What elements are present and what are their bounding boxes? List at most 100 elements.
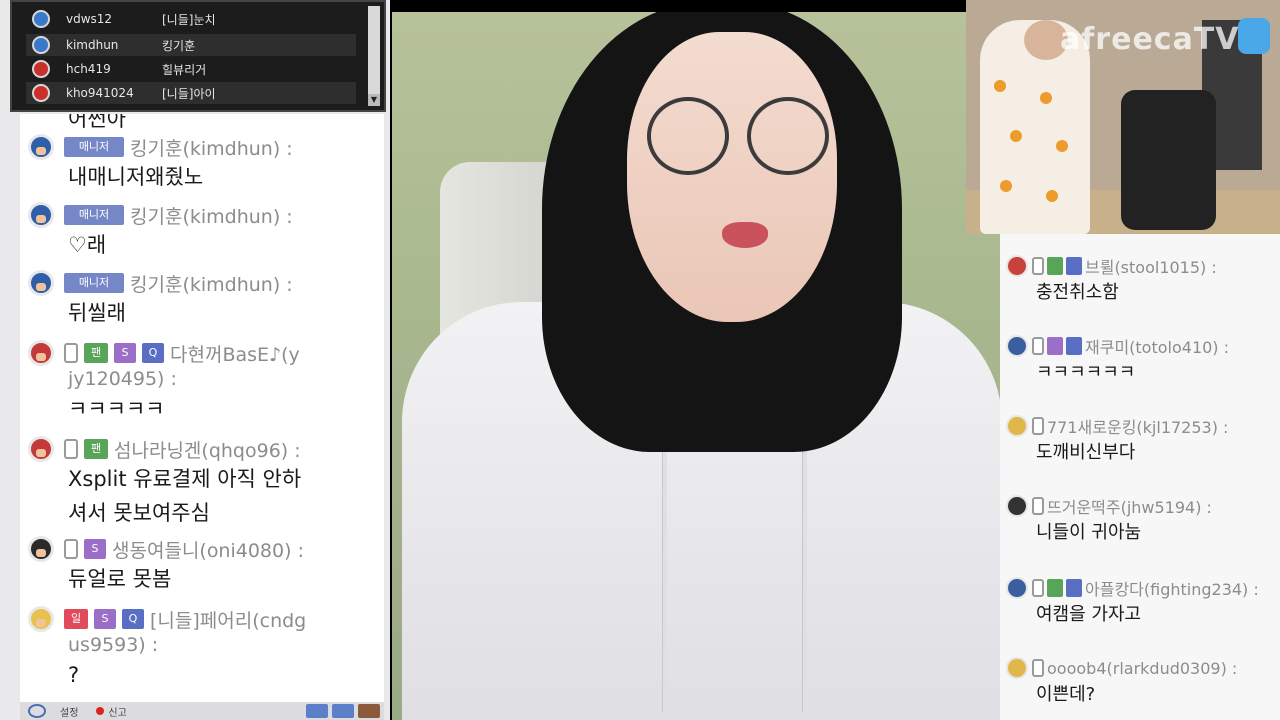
chat-nick[interactable]: 섬나라닝겐(qhqo96) : [114, 436, 301, 463]
user-avatar[interactable] [28, 606, 54, 632]
chat-nick[interactable]: 킹기훈(kimdhun) : [130, 202, 293, 229]
viewer-id: hch419 [66, 62, 111, 76]
scroll-down-icon[interactable]: ▼ [368, 94, 380, 106]
chat-text: ㅋㅋㅋㅋㅋㅋ [1036, 362, 1136, 383]
chat-message: 771새로운킹(kjl17253) : 도깨비신부다 [1000, 414, 1280, 468]
report-button[interactable]: 신고 [108, 704, 126, 719]
mouth [722, 222, 768, 248]
tool-button[interactable] [332, 704, 354, 718]
subscriber-badge-icon [1047, 337, 1063, 355]
user-avatar[interactable] [1006, 255, 1028, 277]
user-avatar[interactable] [28, 340, 54, 366]
viewer-nick: 킹기훈 [162, 38, 196, 53]
top-bar [392, 0, 966, 12]
subscriber-badge: S [94, 609, 116, 629]
viewer-row[interactable]: vdws12 [니들]눈치 [26, 8, 356, 30]
tool-button[interactable] [306, 704, 328, 718]
chat-text: 여캠을 가자고 [1036, 604, 1142, 625]
pattern-dot [1056, 140, 1068, 152]
viewer-avatar [32, 36, 50, 54]
subscriber-badge: S [114, 343, 136, 363]
chat-messages: 어쩐아 매니저 킹기훈(kimdhun) : 내매니저왜줬노 매니저 킹기훈(k… [20, 114, 384, 702]
main-video[interactable] [392, 12, 1000, 720]
fan-badge-icon [1047, 579, 1063, 597]
user-avatar[interactable] [28, 536, 54, 562]
quick-badge-icon [1066, 579, 1082, 597]
viewer-nick: [니들]아이 [162, 86, 216, 101]
user-avatar[interactable] [1006, 415, 1028, 437]
quick-badge-icon [1066, 337, 1082, 355]
mobile-badge-icon [1032, 337, 1044, 355]
mobile-badge-icon [1032, 257, 1044, 275]
emoticon-icon[interactable] [28, 704, 46, 718]
office-chair [1121, 90, 1216, 230]
mobile-badge-icon [1032, 579, 1044, 597]
user-avatar[interactable] [28, 270, 54, 296]
viewer-row[interactable]: hch419 힐뷰리거 [26, 58, 356, 80]
glasses-lens [747, 97, 829, 175]
glasses-lens [647, 97, 729, 175]
chat-nick[interactable]: 생동여들니(oni4080) : [112, 536, 304, 563]
pattern-dot [1010, 130, 1022, 142]
chat-nick[interactable]: 뜨거운떡주(jhw5194) : [1047, 494, 1212, 518]
manager-badge: 매니저 [64, 205, 124, 225]
viewer-row[interactable]: kho941024 [니들]아이 [26, 82, 356, 104]
user-avatar[interactable] [28, 134, 54, 160]
mobile-badge-icon [64, 343, 78, 363]
chat-nick[interactable]: 771새로운킹(kjl17253) : [1047, 414, 1228, 438]
chat-message: 아플캉다(fighting234) : 여캠을 가자고 [1000, 576, 1280, 630]
viewer-avatar [32, 10, 50, 28]
chat-message: S 생동여들니(oni4080) : 듀얼로 못봄 [20, 536, 380, 596]
viewer-id: kho941024 [66, 86, 134, 100]
quick-badge: Q [142, 343, 164, 363]
right-chat-panel: 브륄(stool1015) : 충전취소함 재쿠미(totolo410) : ㅋ… [1000, 234, 1280, 720]
viewer-scrollbar[interactable]: ▼ [368, 6, 380, 106]
mobile-badge-icon [1032, 417, 1044, 435]
mobile-badge-icon [64, 439, 78, 459]
chat-nick[interactable]: 킹기훈(kimdhun) : [130, 270, 293, 297]
chat-text: 니들이 귀아눔 [1036, 522, 1142, 543]
chat-text: 이쁜데? [1036, 684, 1096, 705]
tool-button[interactable] [358, 704, 380, 718]
fan-badge: 팬 [84, 343, 108, 363]
chat-nick[interactable]: 다현꺼BasE♪(y [170, 340, 300, 367]
settings-button[interactable]: 설정 [60, 704, 78, 719]
chat-message: oooob4(rlarkdud0309) : 이쁜데? [1000, 656, 1280, 710]
quick-badge: Q [122, 609, 144, 629]
viewer-list: vdws12 [니들]눈치 kimdhun 킹기훈 hch419 힐뷰리거 kh… [10, 0, 386, 112]
manager-badge: 매니저 [64, 273, 124, 293]
chat-nick[interactable]: 브륄(stool1015) : [1085, 254, 1217, 278]
chat-text: 도깨비신부다 [1036, 442, 1136, 463]
chat-nick[interactable]: [니들]페어리(cndg [150, 606, 306, 633]
chat-text: 셔서 못보여주심 [68, 501, 210, 525]
report-icon [96, 707, 105, 715]
chat-message: 뜨거운떡주(jhw5194) : 니들이 귀아눔 [1000, 494, 1280, 548]
chat-nick[interactable]: 킹기훈(kimdhun) : [130, 134, 293, 161]
chat-nick[interactable]: 아플캉다(fighting234) : [1085, 576, 1259, 600]
pattern-dot [1046, 190, 1058, 202]
mobile-badge-icon [1032, 659, 1044, 677]
user-avatar[interactable] [28, 202, 54, 228]
user-avatar[interactable] [28, 436, 54, 462]
chat-text: ♡래 [68, 233, 107, 257]
chat-text: ㅋㅋㅋㅋㅋ [68, 397, 165, 421]
left-chat-panel: vdws12 [니들]눈치 kimdhun 킹기훈 hch419 힐뷰리거 kh… [0, 0, 390, 720]
chat-text: 뒤씰래 [68, 301, 126, 325]
fan-badge-icon [1047, 257, 1063, 275]
chat-text: Xsplit 유료결제 아직 안하 [68, 467, 302, 491]
chat-nick-continued: us9593) : [68, 634, 159, 656]
chat-message: 일 S Q [니들]페어리(cndg us9593) : ? [20, 606, 380, 692]
viewer-nick: [니들]눈치 [162, 12, 216, 27]
chat-message: 팬 S Q 다현꺼BasE♪(y jy120495) : ㅋㅋㅋㅋㅋ [20, 340, 380, 426]
chat-nick[interactable]: oooob4(rlarkdud0309) : [1047, 659, 1237, 678]
user-avatar[interactable] [1006, 495, 1028, 517]
webcam-overlay: afreecaTV [966, 0, 1280, 234]
chat-text: 내매니저왜줬노 [68, 165, 204, 189]
user-avatar[interactable] [1006, 577, 1028, 599]
pattern-dot [1040, 92, 1052, 104]
chat-toolbar: 설정 신고 [20, 702, 384, 720]
viewer-row[interactable]: kimdhun 킹기훈 [26, 34, 356, 56]
user-avatar[interactable] [1006, 657, 1028, 679]
user-avatar[interactable] [1006, 335, 1028, 357]
chat-nick[interactable]: 재쿠미(totolo410) : [1085, 334, 1229, 358]
